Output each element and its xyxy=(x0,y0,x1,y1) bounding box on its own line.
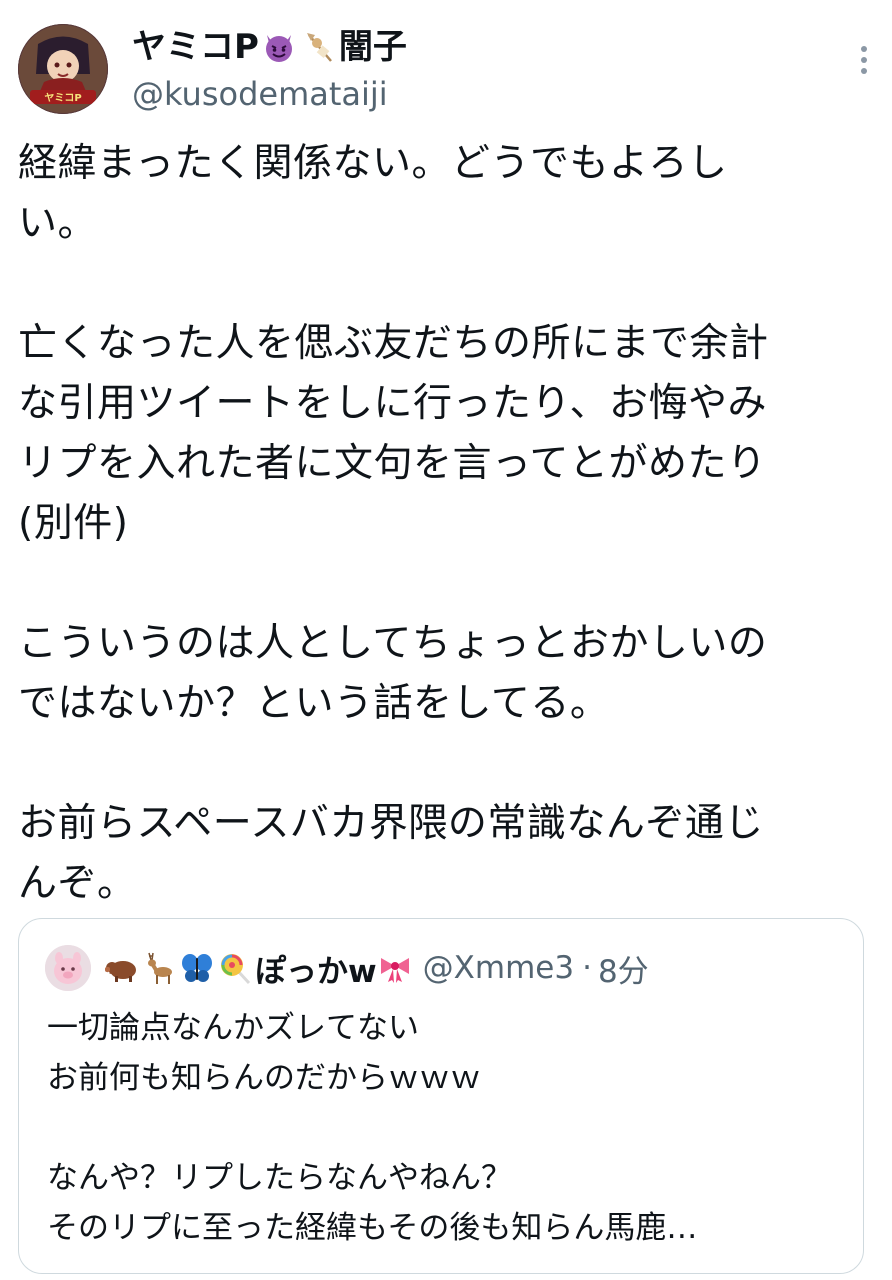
more-options-icon[interactable] xyxy=(858,46,870,76)
author-avatar[interactable]: ヤミコP xyxy=(18,24,108,114)
boar-icon xyxy=(103,950,139,986)
tweet-paragraph: 経緯まったく関係ない。どうでもよろし い。 xyxy=(18,141,728,246)
oden-icon xyxy=(301,29,337,65)
smiling-devil-icon xyxy=(261,29,297,65)
quoted-author-handle[interactable]: @Xmme3 xyxy=(423,950,574,986)
quoted-tweet-header: ぽっかw @Xmme3 · 8分 xyxy=(45,945,649,991)
tweet-paragraph: こういうのは人としてちょっとおかしいの ではないか？という話をしてる。 xyxy=(18,621,768,726)
quoted-author-avatar[interactable] xyxy=(45,945,91,991)
author-names: ヤミコP 闇子 @kusodemataiji xyxy=(132,26,407,116)
deer-icon xyxy=(141,950,177,986)
ribbon-icon xyxy=(377,950,413,986)
quoted-timestamp[interactable]: 8分 xyxy=(598,946,649,991)
author-name-prefix: ヤミコP xyxy=(132,27,259,67)
tweet-text: 経緯まったく関係ない。どうでもよろし い。 亡くなった人を偲ぶ友だちの所にまで余… xyxy=(18,134,858,914)
quoted-tweet-text: 一切論点なんかズレてない お前何も知らんのだからｗｗｗ なんや？リプしたらなんや… xyxy=(47,1003,847,1253)
tweet-paragraph: お前らスペースバカ界隈の常識なんぞ通じ んぞ。 xyxy=(18,801,764,906)
avatar-badge-text: ヤミコP xyxy=(44,92,81,104)
butterfly-icon xyxy=(179,950,215,986)
lollipop-icon xyxy=(217,950,253,986)
quoted-author-name: ぽっかw xyxy=(255,953,377,990)
quoted-tweet[interactable]: ぽっかw @Xmme3 · 8分 一切論点なんかズレてない お前何も知らんのだか… xyxy=(18,918,864,1274)
tweet-paragraph: 亡くなった人を偲ぶ友だちの所にまで余計 な引用ツイートをしに行ったり、お悔やみ … xyxy=(18,321,769,546)
quoted-author-display-name[interactable]: ぽっかw xyxy=(103,946,415,991)
quoted-paragraph: 一切論点なんかズレてない お前何も知らんのだからｗｗｗ xyxy=(47,1010,481,1096)
author-name-suffix: 闇子 xyxy=(338,27,407,67)
quoted-paragraph: なんや？リプしたらなんやねん？ そのリプに至った経緯もその後も知らん馬鹿… xyxy=(47,1160,698,1246)
tweet-header: ヤミコP ヤミコP 闇子 @kusodemataiji xyxy=(18,22,874,118)
separator-dot: · xyxy=(582,950,592,986)
author-handle[interactable]: @kusodemataiji xyxy=(132,72,407,116)
author-display-name[interactable]: ヤミコP 闇子 xyxy=(132,26,407,68)
